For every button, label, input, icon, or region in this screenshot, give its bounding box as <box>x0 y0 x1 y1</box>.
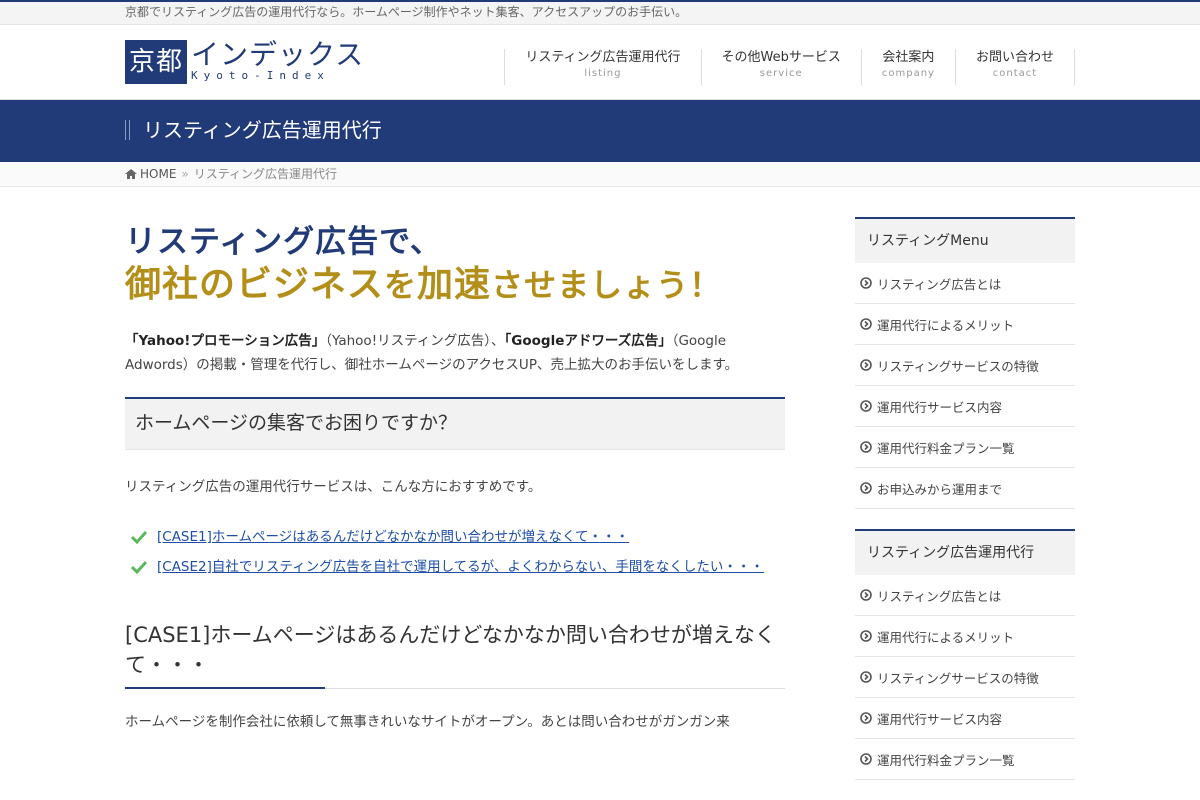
circle-arrow-icon <box>860 671 872 683</box>
circle-arrow-icon <box>860 400 872 412</box>
sidebar-item-label: リスティングサービスの特徴 <box>877 670 1039 686</box>
nav-label: その他Webサービス <box>721 50 841 65</box>
case-checklist: [CASE1]ホームページはあるんだけどなかなか問い合わせが増えなくて・・・ [… <box>125 526 785 578</box>
sidebar-item[interactable]: 運用代行サービス内容 <box>855 698 1075 739</box>
sidebar-item[interactable]: 運用代行料金プラン一覧 <box>855 427 1075 468</box>
global-nav: リスティング広告運用代行 listing その他Webサービス service … <box>504 49 1075 85</box>
breadcrumb-separator: » <box>181 167 189 181</box>
hero-line-1: リスティング広告で、 <box>125 224 442 260</box>
case1-heading: [CASE1]ホームページはあるんだけどなかなか問い合わせが増えなくて・・・ <box>125 623 776 677</box>
yahoo-label: 「Yahoo!プロモーション広告」 <box>125 333 326 349</box>
section-text: リスティング広告の運用代行サービスは、こんな方におすすめです。 <box>125 479 542 495</box>
heading-divider <box>125 687 785 689</box>
sidebar-item-label: 運用代行料金プラン一覧 <box>877 440 1015 456</box>
hero-part: させましょう！ <box>491 266 723 304</box>
title-mark-decoration <box>125 120 130 140</box>
sidebar: リスティングMenu リスティング広告とは 運用代行によるメリット リスティング… <box>855 217 1075 800</box>
sidebar-item[interactable]: リスティングサービスの特徴 <box>855 345 1075 386</box>
sidebar-item[interactable]: リスティングサービスの特徴 <box>855 657 1075 698</box>
sidebar-item[interactable]: 運用代行によるメリット <box>855 616 1075 657</box>
breadcrumb-current: リスティング広告運用代行 <box>193 167 338 181</box>
intro-paragraph: 「Yahoo!プロモーション広告」（Yahoo!リスティング広告）、「Googl… <box>125 329 785 377</box>
circle-arrow-icon <box>860 482 872 494</box>
nav-item-service[interactable]: その他Webサービス service <box>700 49 861 85</box>
circle-arrow-icon <box>860 318 872 330</box>
case1-link[interactable]: [CASE1]ホームページはあるんだけどなかなか問い合わせが増えなくて・・・ <box>157 526 629 548</box>
check-icon <box>131 560 147 574</box>
sidebar-item[interactable]: 運用代行によるメリット <box>855 304 1075 345</box>
sidebar-item[interactable]: お申込みから運用まで <box>855 468 1075 509</box>
check-icon <box>131 530 147 544</box>
sidebar-item[interactable]: リスティング広告とは <box>855 575 1075 616</box>
sidebar-item-label: 運用代行によるメリット <box>877 317 1015 333</box>
nav-item-company[interactable]: 会社案内 company <box>860 49 955 85</box>
circle-arrow-icon <box>860 712 872 724</box>
hero-part: 加速 <box>417 264 492 305</box>
nav-sub-label: company <box>881 68 935 79</box>
logo-sub-text: Kyoto-Index <box>191 69 330 82</box>
nav-label: リスティング広告運用代行 <box>525 50 681 65</box>
site-logo[interactable]: 京都 インデックス Kyoto-Index <box>125 40 364 84</box>
nav-sub-label: contact <box>992 68 1038 79</box>
case1-text: ホームページを制作会社に依頼して無事きれいなサイトがオープン。あとは問い合わせが… <box>125 714 730 730</box>
nav-label: お問い合わせ <box>975 50 1054 65</box>
sidebar-item-label: リスティング広告とは <box>877 588 1002 604</box>
list-item: [CASE1]ホームページはあるんだけどなかなか問い合わせが増えなくて・・・ <box>125 526 785 548</box>
circle-arrow-icon <box>860 277 872 289</box>
page-title-bar: リスティング広告運用代行 <box>0 100 1200 162</box>
circle-arrow-icon <box>860 589 872 601</box>
sidebar-widget-menu: リスティングMenu リスティング広告とは 運用代行によるメリット リスティング… <box>855 217 1075 509</box>
sidebar-widget-title: リスティング広告運用代行 <box>855 529 1075 575</box>
circle-arrow-icon <box>860 359 872 371</box>
section-heading: ホームページの集客でお困りですか？ <box>135 412 458 434</box>
google-label: 「Googleアドワーズ広告」 <box>504 333 672 349</box>
sidebar-item-label: 運用代行によるメリット <box>877 629 1015 645</box>
sidebar-widget-listing: リスティング広告運用代行 リスティング広告とは 運用代行によるメリット リスティ… <box>855 529 1075 780</box>
sidebar-item-label: 運用代行サービス内容 <box>877 399 1003 415</box>
hero-line-2: 御社のビジネスを加速させましょう！ <box>125 261 785 309</box>
nav-item-contact[interactable]: お問い合わせ contact <box>954 49 1075 85</box>
hero-part: 御社の <box>125 264 237 305</box>
main-column: リスティング広告で、 御社のビジネスを加速させましょう！ 「Yahoo!プロモー… <box>125 217 785 733</box>
top-tagline-bar: 京都でリスティング広告の運用代行なら。ホームページ制作やネット集客、アクセスアッ… <box>0 0 1200 25</box>
section-heading-box: ホームページの集客でお困りですか？ <box>125 397 785 450</box>
sidebar-item[interactable]: 運用代行サービス内容 <box>855 386 1075 427</box>
sidebar-item-label: リスティングサービスの特徴 <box>877 358 1039 374</box>
yahoo-note: （Yahoo!リスティング広告）、 <box>325 333 505 349</box>
case2-link[interactable]: [CASE2]自社でリスティング広告を自社で運用してるが、よくわからない、手間を… <box>157 556 764 578</box>
home-icon <box>125 169 137 179</box>
breadcrumb: HOME » リスティング広告運用代行 <box>0 162 1200 187</box>
hero-part: ビジネス <box>236 264 385 305</box>
logo-main-text: インデックス <box>191 38 365 71</box>
site-header: 京都 インデックス Kyoto-Index リスティング広告運用代行 listi… <box>0 25 1200 100</box>
circle-arrow-icon <box>860 441 872 453</box>
page-title: リスティング広告運用代行 <box>143 118 382 142</box>
sidebar-item-label: リスティング広告とは <box>877 276 1002 292</box>
sidebar-item[interactable]: 運用代行料金プラン一覧 <box>855 739 1075 780</box>
breadcrumb-home-link[interactable]: HOME <box>140 162 176 186</box>
sidebar-item-label: 運用代行料金プラン一覧 <box>877 752 1015 768</box>
sidebar-item-label: お申込みから運用まで <box>877 481 1003 497</box>
sidebar-item[interactable]: リスティング広告とは <box>855 263 1075 304</box>
logo-box: 京都 <box>125 40 188 84</box>
site-tagline: 京都でリスティング広告の運用代行なら。ホームページ制作やネット集客、アクセスアッ… <box>125 5 688 19</box>
list-item: [CASE2]自社でリスティング広告を自社で運用してるが、よくわからない、手間を… <box>125 556 785 578</box>
nav-sub-label: service <box>759 68 803 79</box>
circle-arrow-icon <box>860 630 872 642</box>
nav-label: 会社案内 <box>882 50 935 65</box>
circle-arrow-icon <box>860 753 872 765</box>
sidebar-item-label: 運用代行サービス内容 <box>877 711 1003 727</box>
nav-item-listing[interactable]: リスティング広告運用代行 listing <box>504 49 700 85</box>
nav-sub-label: listing <box>584 68 622 79</box>
hero-part: を <box>384 266 418 304</box>
sidebar-widget-title: リスティングMenu <box>855 217 1075 263</box>
